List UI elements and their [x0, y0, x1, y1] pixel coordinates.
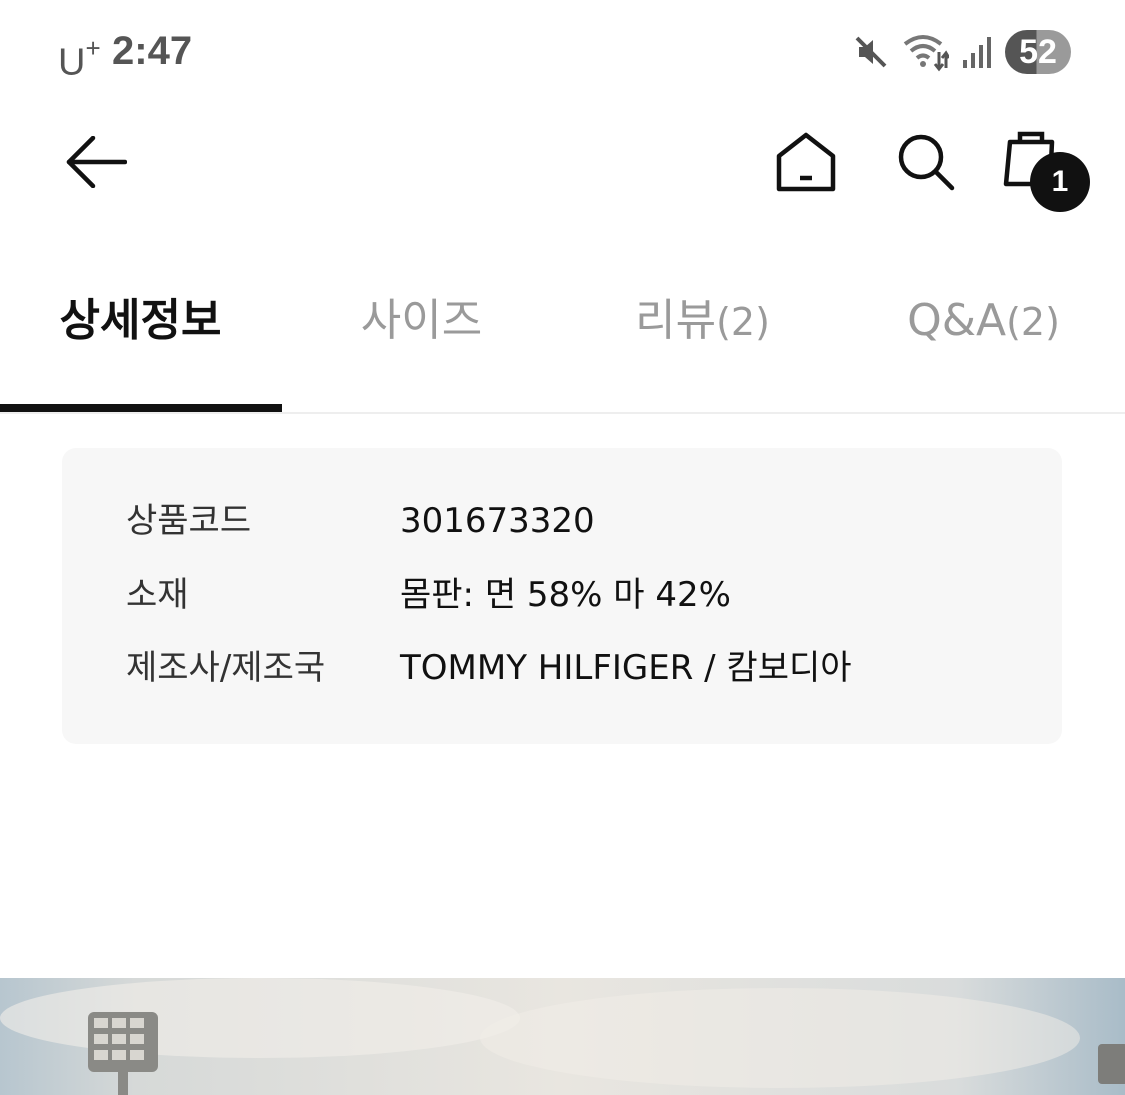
search-icon	[896, 132, 956, 196]
tab-label: 사이즈	[360, 295, 483, 346]
info-value: 몸판: 면 58% 마 42%	[400, 575, 731, 615]
info-row-manufacturer: 제조사/제조국 TOMMY HILFIGER / 캄보디아	[62, 643, 1062, 693]
tab-label: Q&A	[907, 295, 1007, 346]
signal-icon	[961, 34, 993, 70]
back-button[interactable]	[56, 128, 136, 200]
cart-count-badge: 1	[1030, 152, 1090, 212]
stadium-photo-illustration	[0, 978, 1125, 1095]
tab-label: 리뷰	[635, 295, 717, 346]
info-label: 상품코드	[126, 501, 252, 541]
active-tab-indicator	[0, 404, 282, 412]
info-value: 301673320	[400, 501, 595, 541]
status-time: 2:47	[112, 29, 193, 73]
back-arrow-icon	[65, 135, 128, 192]
wifi-icon	[903, 32, 949, 72]
carrier-label: U+	[58, 28, 101, 87]
tab-qna[interactable]: Q&A(2)	[843, 262, 1124, 410]
info-value: TOMMY HILFIGER / 캄보디아	[400, 648, 852, 688]
home-button[interactable]	[766, 124, 846, 204]
status-bar: U+ 2:47 52	[0, 0, 1125, 100]
cart-button[interactable]: 1	[996, 124, 1096, 224]
product-tabs: 상세정보 사이즈 리뷰(2) Q&A(2)	[0, 262, 1125, 414]
battery-icon: 52	[1005, 30, 1071, 74]
info-label: 제조사/제조국	[126, 648, 326, 688]
product-detail-screen: U+ 2:47 52 1 상세정보 사이즈 리뷰(2) Q&A(2) 상품코드 …	[0, 0, 1125, 1095]
tab-size[interactable]: 사이즈	[281, 262, 562, 410]
search-button[interactable]	[886, 124, 966, 204]
tab-detail-info[interactable]: 상세정보	[0, 262, 281, 410]
product-info-card: 상품코드 301673320 소재 몸판: 면 58% 마 42% 제조사/제조…	[62, 448, 1062, 744]
home-icon	[775, 132, 837, 196]
mute-icon	[851, 32, 891, 72]
top-navigation-bar: 1	[0, 100, 1125, 240]
info-row-product-code: 상품코드 301673320	[62, 496, 1062, 546]
tab-label: 상세정보	[59, 295, 222, 346]
status-icons: 52	[851, 28, 1071, 76]
product-detail-image	[0, 978, 1125, 1095]
carrier-name: U	[58, 41, 86, 84]
tab-count: (2)	[716, 300, 770, 344]
carrier-plus: +	[85, 33, 101, 63]
tab-count: (2)	[1006, 300, 1060, 344]
tab-review[interactable]: 리뷰(2)	[562, 262, 843, 410]
info-row-material: 소재 몸판: 면 58% 마 42%	[62, 570, 1062, 620]
info-label: 소재	[126, 575, 189, 615]
